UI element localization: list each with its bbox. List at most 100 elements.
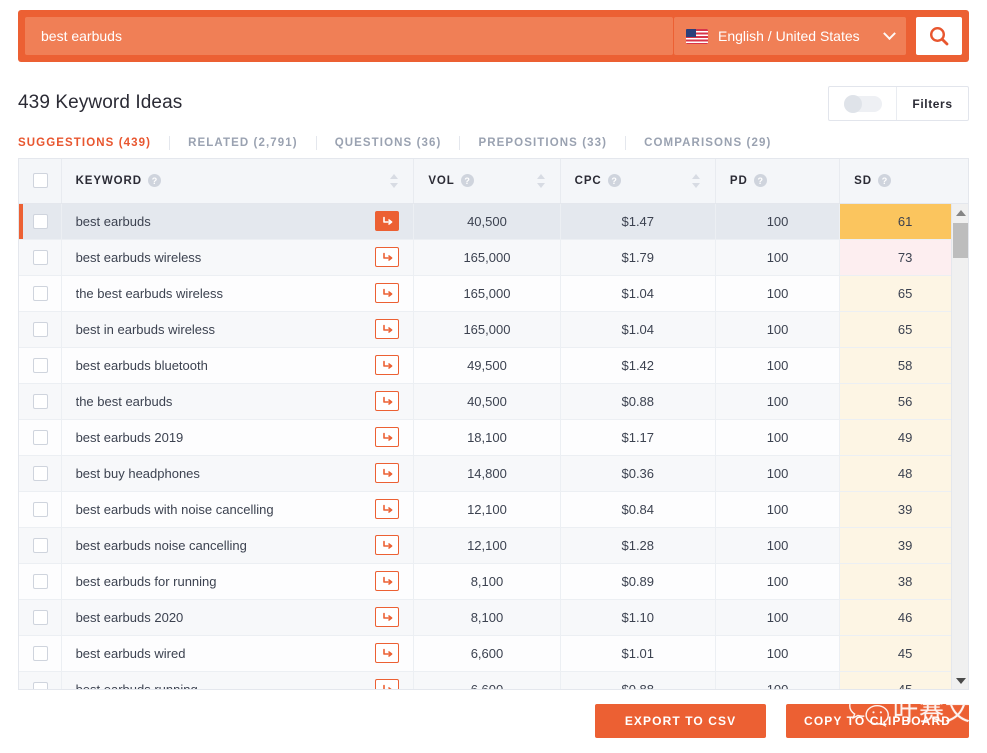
row-checkbox[interactable]	[33, 538, 48, 554]
tab-prepositions[interactable]: PREPOSITIONS (33)	[460, 136, 627, 150]
filters-button[interactable]: Filters	[897, 87, 968, 120]
row-select-cell[interactable]	[19, 383, 62, 420]
open-keyword-button[interactable]	[375, 211, 400, 231]
table-scrollbar[interactable]	[951, 204, 968, 689]
row-checkbox[interactable]	[33, 610, 48, 626]
table-row[interactable]: best earbuds 2019 18,100 $1.17 100 49	[19, 419, 968, 456]
row-checkbox[interactable]	[33, 574, 48, 590]
table-row[interactable]: best earbuds running 6,600 $0.88 100 45	[19, 671, 968, 689]
sort-toggle-cpc[interactable]	[691, 173, 701, 188]
row-select-cell[interactable]	[19, 635, 62, 672]
column-header-pd[interactable]: PD ?	[715, 159, 841, 204]
row-select-cell[interactable]	[19, 347, 62, 384]
column-header-sd[interactable]: SD ?	[839, 159, 968, 204]
copy-to-clipboard-button[interactable]: COPY TO CLIPBOARD	[786, 704, 969, 738]
row-checkbox[interactable]	[33, 646, 48, 662]
pd-cell: 100	[715, 311, 841, 348]
us-flag-icon	[686, 28, 708, 44]
help-icon-vol[interactable]: ?	[460, 174, 474, 188]
sd-cell: 65	[839, 311, 968, 348]
open-keyword-button[interactable]	[375, 679, 400, 689]
row-select-cell[interactable]	[19, 203, 62, 240]
table-row[interactable]: best earbuds 40,500 $1.47 100 61	[19, 203, 968, 240]
row-checkbox[interactable]	[33, 358, 48, 374]
row-select-cell[interactable]	[19, 275, 62, 312]
help-icon-cpc[interactable]: ?	[607, 174, 621, 188]
row-checkbox[interactable]	[33, 502, 48, 518]
table-row[interactable]: best earbuds wired 6,600 $1.01 100 45	[19, 635, 968, 672]
open-keyword-button[interactable]	[375, 247, 400, 267]
open-keyword-button[interactable]	[375, 643, 400, 663]
row-checkbox[interactable]	[33, 250, 48, 266]
row-select-cell[interactable]	[19, 239, 62, 276]
arrow-down-right-icon	[383, 576, 393, 585]
table-row[interactable]: best earbuds 2020 8,100 $1.10 100 46	[19, 599, 968, 636]
export-to-csv-button[interactable]: EXPORT TO CSV	[595, 704, 767, 738]
scroll-up-arrow-icon[interactable]	[952, 204, 968, 221]
select-all-checkbox[interactable]	[33, 173, 48, 189]
search-button[interactable]	[916, 17, 962, 55]
help-icon-keyword[interactable]: ?	[147, 174, 161, 188]
row-select-cell[interactable]	[19, 491, 62, 528]
arrow-down-right-icon	[383, 396, 393, 405]
table-row[interactable]: best earbuds wireless 165,000 $1.79 100 73	[19, 239, 968, 276]
table-row[interactable]: the best earbuds 40,500 $0.88 100 56	[19, 383, 968, 420]
open-keyword-button[interactable]	[375, 571, 400, 591]
row-select-cell[interactable]	[19, 563, 62, 600]
table-row[interactable]: best earbuds noise cancelling 12,100 $1.28…	[19, 527, 968, 564]
row-checkbox[interactable]	[33, 394, 48, 410]
keyword-cell: best earbuds wireless	[61, 239, 415, 276]
select-all-header[interactable]	[19, 159, 62, 204]
open-keyword-button[interactable]	[375, 535, 400, 555]
keyword-text: the best earbuds	[75, 393, 173, 409]
row-select-cell[interactable]	[19, 599, 62, 636]
open-keyword-button[interactable]	[375, 463, 400, 483]
search-input[interactable]	[41, 28, 657, 44]
open-keyword-button[interactable]	[375, 607, 400, 627]
row-select-cell[interactable]	[19, 455, 62, 492]
open-keyword-button[interactable]	[375, 391, 400, 411]
column-header-vol[interactable]: VOL ?	[413, 159, 561, 204]
open-keyword-button[interactable]	[375, 499, 400, 519]
row-select-cell[interactable]	[19, 527, 62, 564]
row-checkbox[interactable]	[33, 682, 48, 689]
table-row[interactable]: best buy headphones 14,800 $0.36 100 48	[19, 455, 968, 492]
sd-cell: 46	[839, 599, 968, 636]
help-icon-pd[interactable]: ?	[753, 174, 767, 188]
open-keyword-button[interactable]	[375, 355, 400, 375]
sd-cell: 45	[839, 671, 968, 689]
sort-toggle-vol[interactable]	[536, 173, 546, 188]
tab-questions[interactable]: QUESTIONS (36)	[317, 136, 461, 150]
pd-cell: 100	[715, 635, 841, 672]
row-checkbox[interactable]	[33, 322, 48, 338]
table-row[interactable]: best earbuds bluetooth 49,500 $1.42 100 58	[19, 347, 968, 384]
row-checkbox[interactable]	[33, 466, 48, 482]
open-keyword-button[interactable]	[375, 283, 400, 303]
scroll-down-arrow-icon[interactable]	[952, 672, 968, 689]
table-row[interactable]: best earbuds with noise cancelling 12,100…	[19, 491, 968, 528]
search-input-wrapper[interactable]	[25, 17, 673, 55]
column-header-keyword[interactable]: KEYWORD ?	[61, 159, 415, 204]
sort-toggle-keyword[interactable]	[390, 173, 399, 188]
keyword-cell: best earbuds bluetooth	[61, 347, 415, 384]
row-select-cell[interactable]	[19, 419, 62, 456]
table-row[interactable]: best in earbuds wireless 165,000 $1.04 100 6…	[19, 311, 968, 348]
filters-toggle[interactable]	[829, 87, 897, 120]
language-selector[interactable]: English / United States	[674, 17, 906, 55]
scrollbar-thumb[interactable]	[953, 223, 968, 258]
column-header-cpc[interactable]: CPC ?	[560, 159, 716, 204]
table-row[interactable]: the best earbuds wireless 165,000 $1.04 100…	[19, 275, 968, 312]
open-keyword-button[interactable]	[375, 319, 400, 339]
row-select-cell[interactable]	[19, 671, 62, 689]
open-keyword-button[interactable]	[375, 427, 400, 447]
table-row[interactable]: best earbuds for running 8,100 $0.89 100 38	[19, 563, 968, 600]
vol-cell: 40,500	[413, 203, 561, 240]
row-checkbox[interactable]	[33, 286, 48, 302]
help-icon-sd[interactable]: ?	[877, 174, 891, 188]
tab-comparisons[interactable]: COMPARISONS (29)	[626, 136, 789, 150]
tab-suggestions[interactable]: SUGGESTIONS (439)	[18, 136, 171, 150]
row-select-cell[interactable]	[19, 311, 62, 348]
row-checkbox[interactable]	[33, 430, 48, 446]
row-checkbox[interactable]	[33, 214, 48, 230]
tab-related[interactable]: RELATED (2,791)	[170, 136, 317, 150]
